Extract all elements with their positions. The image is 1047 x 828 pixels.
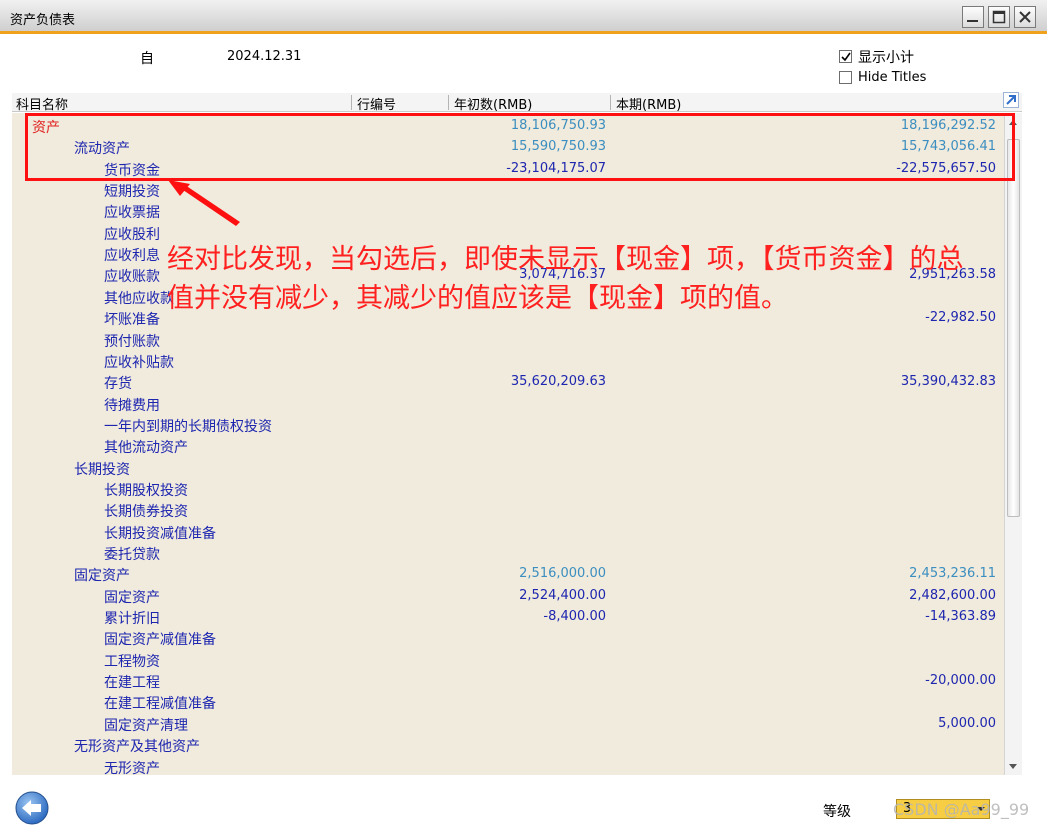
table-row[interactable]: 无形资产及其他资产 bbox=[12, 734, 1004, 755]
table-row[interactable]: 在建工程减值准备 bbox=[12, 691, 1004, 712]
balance-sheet-grid[interactable]: 资产 18,106,750.93 18,196,292.52 流动资产 15,590,7… bbox=[12, 113, 1004, 777]
table-row[interactable]: 长期股权投资 bbox=[12, 478, 1004, 499]
hide-titles-checkbox[interactable] bbox=[839, 71, 852, 84]
date-value: 2024.12.31 bbox=[227, 49, 302, 64]
row-name: 委托贷款 bbox=[104, 547, 160, 563]
col-name[interactable]: 科目名称 bbox=[16, 94, 68, 113]
row-name: 无形资产及其他资产 bbox=[74, 739, 200, 756]
row-name: 工程物资 bbox=[104, 653, 160, 670]
row-current-value: -22,982.50 bbox=[925, 310, 996, 326]
row-current-value: -14,363.89 bbox=[925, 609, 996, 625]
row-name: 固定资产 bbox=[74, 568, 130, 585]
table-row[interactable]: 在建工程 -20,000.00 bbox=[12, 670, 1004, 691]
table-row[interactable]: 长期债券投资 bbox=[12, 499, 1004, 520]
row-name: 应收利息 bbox=[104, 248, 160, 265]
footer-bar: 等级 3 CSDN @Aa99_99 bbox=[0, 780, 1047, 828]
col-separator bbox=[448, 95, 449, 110]
table-row[interactable]: 其他流动资产 bbox=[12, 435, 1004, 456]
row-current-value: 2,482,600.00 bbox=[909, 587, 996, 603]
row-name: 存货 bbox=[104, 376, 132, 393]
row-name: 短期投资 bbox=[104, 184, 160, 201]
maximize-button[interactable] bbox=[988, 6, 1010, 28]
row-opening-value: 2,524,400.00 bbox=[519, 587, 606, 603]
scroll-down-icon[interactable] bbox=[1007, 760, 1019, 772]
watermark: CSDN @Aa99_99 bbox=[893, 800, 1030, 819]
maximize-icon bbox=[992, 10, 1006, 24]
row-name: 长期投资 bbox=[74, 461, 130, 478]
show-subtotal-label: 显示小计 bbox=[858, 50, 914, 66]
back-arrow-icon[interactable] bbox=[14, 790, 50, 826]
level-label: 等级 bbox=[823, 804, 851, 820]
table-row[interactable]: 固定资产清理 5,000.00 bbox=[12, 713, 1004, 734]
row-name: 无形资产 bbox=[104, 760, 160, 777]
col-row-no[interactable]: 行编号 bbox=[357, 94, 396, 113]
close-button[interactable] bbox=[1014, 6, 1036, 28]
show-subtotal-checkbox[interactable] bbox=[839, 50, 852, 63]
row-name: 坏账准备 bbox=[104, 312, 160, 329]
table-row[interactable]: 短期投资 bbox=[12, 179, 1004, 200]
row-opening-value: 2,516,000.00 bbox=[519, 566, 606, 582]
minimize-button[interactable] bbox=[962, 6, 984, 28]
row-name: 在建工程 bbox=[104, 675, 160, 692]
row-name: 应收股利 bbox=[104, 226, 160, 243]
checkmark-icon bbox=[841, 52, 851, 62]
row-name: 长期股权投资 bbox=[104, 482, 188, 499]
column-header: 科目名称 行编号 年初数(RMB) 本期(RMB) bbox=[12, 93, 1022, 113]
row-name: 应收补贴款 bbox=[104, 354, 174, 371]
hide-titles-label: Hide Titles bbox=[858, 70, 927, 85]
row-name: 固定资产清理 bbox=[104, 717, 188, 734]
scrollbar-thumb[interactable] bbox=[1007, 139, 1020, 517]
row-name: 长期债券投资 bbox=[104, 504, 188, 521]
table-row[interactable]: 预付账款 bbox=[12, 329, 1004, 350]
col-separator bbox=[610, 95, 611, 110]
annotation-line-2: 值并没有减少，其减少的值应该是【现金】项的值。 bbox=[167, 283, 788, 314]
expand-arrow-icon[interactable] bbox=[1003, 92, 1019, 108]
row-name: 固定资产减值准备 bbox=[104, 632, 216, 649]
table-row[interactable]: 工程物资 bbox=[12, 649, 1004, 670]
row-name: 长期投资减值准备 bbox=[104, 525, 216, 542]
row-name: 应收票据 bbox=[104, 205, 160, 222]
col-opening[interactable]: 年初数(RMB) bbox=[454, 94, 532, 113]
col-separator bbox=[351, 95, 352, 110]
close-icon bbox=[1019, 11, 1031, 23]
row-name: 其他应收款 bbox=[104, 290, 174, 307]
table-row[interactable]: 固定资产 2,524,400.00 2,482,600.00 bbox=[12, 585, 1004, 606]
row-name: 在建工程减值准备 bbox=[104, 696, 216, 713]
row-current-value: 2,453,236.11 bbox=[909, 566, 996, 582]
row-current-value: 35,390,432.83 bbox=[900, 374, 996, 390]
annotation-line-1: 经对比发现，当勾选后，即使未显示【现金】项，【货币资金】的总 bbox=[167, 244, 964, 275]
table-row[interactable]: 待摊费用 bbox=[12, 393, 1004, 414]
table-row[interactable]: 无形资产 bbox=[12, 756, 1004, 777]
row-current-value: 5,000.00 bbox=[938, 715, 996, 731]
table-row[interactable]: 固定资产减值准备 bbox=[12, 627, 1004, 648]
col-current[interactable]: 本期(RMB) bbox=[616, 94, 681, 113]
row-opening-value: -8,400.00 bbox=[543, 609, 606, 625]
table-row[interactable]: 固定资产 2,516,000.00 2,453,236.11 bbox=[12, 563, 1004, 584]
window-title: 资产负债表 bbox=[10, 13, 76, 28]
row-name: 待摊费用 bbox=[104, 397, 160, 414]
row-name: 一年内到期的长期债权投资 bbox=[104, 418, 272, 435]
row-current-value: -20,000.00 bbox=[925, 673, 996, 689]
window-title-bar: 资产负债表 bbox=[0, 0, 1047, 34]
table-row[interactable]: 一年内到期的长期债权投资 bbox=[12, 414, 1004, 435]
row-opening-value: 35,620,209.63 bbox=[510, 374, 606, 390]
table-row[interactable]: 应收补贴款 bbox=[12, 350, 1004, 371]
table-row[interactable]: 长期投资减值准备 bbox=[12, 521, 1004, 542]
table-row[interactable]: 长期投资 bbox=[12, 457, 1004, 478]
row-name: 固定资产 bbox=[104, 589, 160, 606]
table-row[interactable]: 应收票据 bbox=[12, 200, 1004, 221]
highlight-box bbox=[25, 113, 1015, 181]
table-row[interactable]: 累计折旧 -8,400.00 -14,363.89 bbox=[12, 606, 1004, 627]
row-name: 应收账款 bbox=[104, 269, 160, 286]
row-name: 其他流动资产 bbox=[104, 440, 188, 457]
row-name: 累计折旧 bbox=[104, 611, 160, 628]
minimize-icon bbox=[967, 20, 978, 22]
row-name: 预付账款 bbox=[104, 333, 160, 350]
table-row[interactable]: 存货 35,620,209.63 35,390,432.83 bbox=[12, 371, 1004, 392]
from-label: 自 bbox=[140, 51, 154, 67]
table-row[interactable]: 委托贷款 bbox=[12, 542, 1004, 563]
vertical-scrollbar[interactable] bbox=[1004, 113, 1022, 775]
